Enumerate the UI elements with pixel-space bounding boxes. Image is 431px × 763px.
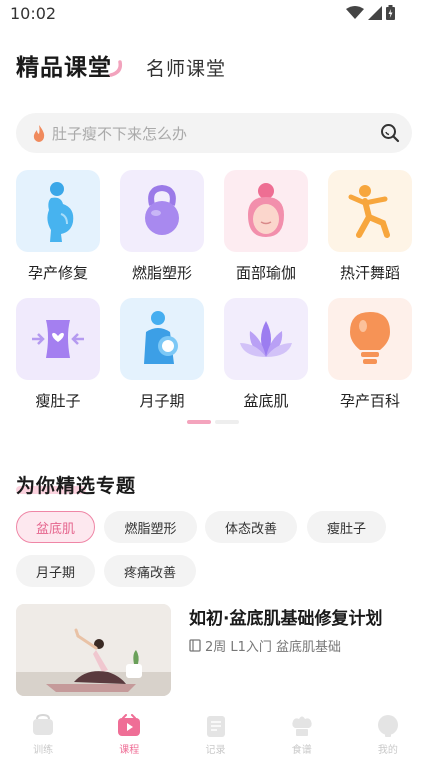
- course-type-tabs: 精品课堂 名师课堂: [16, 48, 226, 82]
- dancer-icon: [348, 185, 390, 238]
- category-face-yoga[interactable]: 面部瑜伽: [224, 170, 308, 283]
- category-pregnancy-recovery[interactable]: 孕产修复: [16, 170, 100, 283]
- category-label: 热汗舞蹈: [339, 264, 400, 282]
- tab-featured-label: 精品课堂: [16, 55, 112, 81]
- course-meta-text: 2周 L1入门 盆底肌基础: [205, 640, 342, 655]
- category-pelvic-floor[interactable]: 盆底肌: [224, 298, 308, 411]
- nav-label: 食谱: [291, 745, 312, 756]
- nav-records[interactable]: 记录: [172, 708, 258, 763]
- category-postpartum[interactable]: 月子期: [120, 298, 204, 411]
- mother-baby-icon: [144, 311, 178, 364]
- status-bar: 10:02: [0, 0, 431, 28]
- chip-fat-burning[interactable]: 燃脂塑形: [104, 511, 197, 543]
- course-title: 如初·盆底肌基础修复计划: [189, 609, 383, 629]
- nav-profile[interactable]: 我的: [345, 708, 431, 763]
- course-card[interactable]: 如初·盆底肌基础修复计划 2周 L1入门 盆底肌基础: [16, 604, 416, 699]
- course-thumbnail: [16, 604, 171, 696]
- training-icon: [33, 714, 54, 735]
- nav-label: 训练: [33, 745, 54, 756]
- nav-courses[interactable]: 课程: [86, 708, 172, 763]
- book-icon: [189, 639, 201, 652]
- notebook-icon: [206, 716, 225, 737]
- category-pager: [187, 420, 239, 424]
- category-label: 月子期: [139, 392, 185, 410]
- chip-postpartum[interactable]: 月子期: [16, 555, 95, 587]
- nav-label: 记录: [205, 745, 226, 756]
- chip-pain-relief[interactable]: 疼痛改善: [104, 555, 196, 587]
- category-label: 瘦肚子: [35, 392, 81, 410]
- chip-posture[interactable]: 体态改善: [205, 511, 297, 543]
- pregnant-woman-icon: [47, 182, 74, 242]
- pager-dot-active: [187, 420, 211, 424]
- category-label: 燃脂塑形: [131, 264, 192, 282]
- category-label: 盆底肌: [243, 392, 289, 410]
- category-slim-belly[interactable]: 瘦肚子: [16, 298, 100, 411]
- nav-recipes[interactable]: 食谱: [259, 708, 345, 763]
- face-icon: [248, 183, 284, 237]
- tab-teacher-courses[interactable]: 名师课堂: [146, 54, 226, 81]
- category-fat-burning[interactable]: 燃脂塑形: [120, 170, 204, 283]
- chef-hat-icon: [292, 716, 312, 736]
- lotus-icon: [240, 321, 292, 357]
- lightbulb-icon: [350, 312, 390, 364]
- tab-featured-courses[interactable]: 精品课堂: [16, 48, 123, 82]
- category-sweat-dance[interactable]: 热汗舞蹈: [328, 170, 412, 283]
- section-title: 为你精选专题: [16, 475, 137, 497]
- kettlebell-icon: [145, 185, 179, 235]
- course-meta: 2周 L1入门 盆底肌基础: [189, 636, 341, 655]
- search-icon[interactable]: [380, 123, 400, 143]
- search-bar[interactable]: 肚子瘦不下来怎么办: [16, 113, 412, 153]
- category-label: 孕产修复: [27, 264, 88, 282]
- nav-label: 课程: [119, 745, 140, 756]
- category-label: 面部瑜伽: [235, 264, 296, 282]
- nav-label: 我的: [377, 745, 398, 756]
- nav-training[interactable]: 训练: [0, 708, 86, 763]
- profile-icon: [377, 715, 398, 737]
- search-input[interactable]: 肚子瘦不下来怎么办: [52, 123, 187, 144]
- wifi-icon: [346, 5, 364, 19]
- pager-dot: [215, 420, 239, 424]
- battery-icon: [386, 5, 395, 20]
- active-tab-mark-icon: [109, 60, 123, 77]
- chip-pelvic-floor[interactable]: 盆底肌: [16, 511, 95, 543]
- category-pregnancy-encyclopedia[interactable]: 孕产百科: [328, 298, 412, 411]
- signal-icon: [368, 5, 382, 20]
- bottom-nav: 训练 课程 记录 食谱 我的: [0, 708, 431, 763]
- flame-icon: [33, 124, 45, 142]
- yoga-pose-illustration: [16, 604, 171, 696]
- category-label: 孕产百科: [339, 392, 400, 410]
- chip-slim-belly[interactable]: 瘦肚子: [307, 511, 386, 543]
- waist-slim-icon: [32, 320, 84, 358]
- course-play-icon: [118, 714, 141, 736]
- status-time: 10:02: [10, 4, 57, 23]
